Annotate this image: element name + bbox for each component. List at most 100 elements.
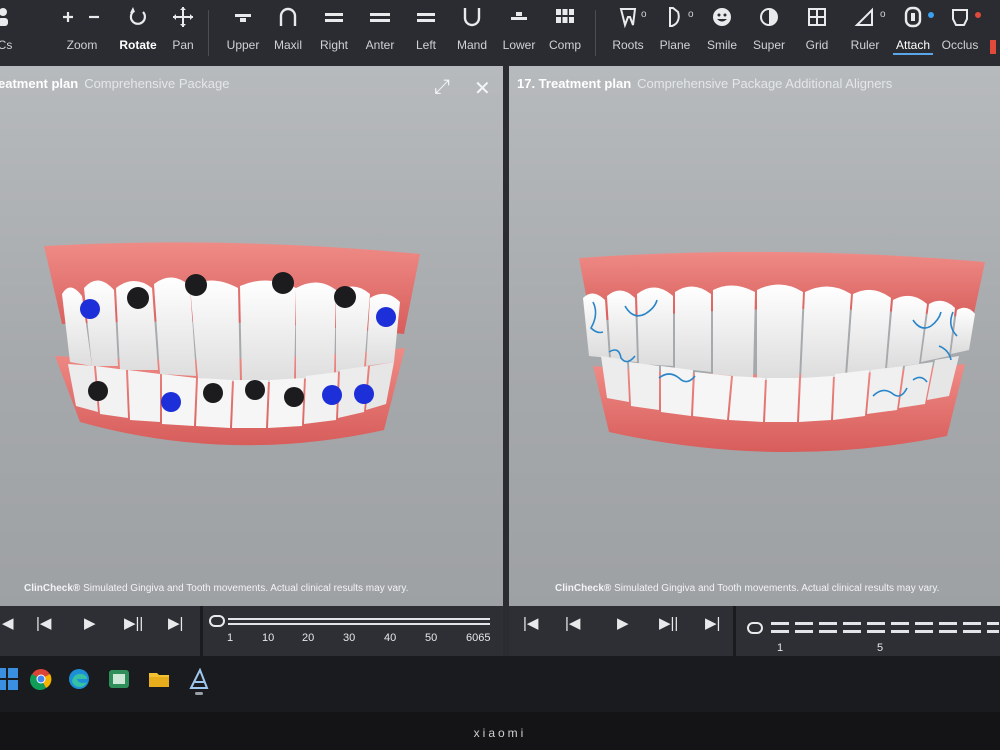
toolbar-upper[interactable]: Upper [225,6,261,62]
stage-mark [843,622,861,625]
step-back-icon[interactable]: |◀ [36,614,51,632]
smile-icon [704,6,740,34]
chrome-icon[interactable] [30,668,52,690]
monitor-bezel: xiaomi [0,712,1000,750]
stage-mark [771,622,789,625]
play-icon[interactable]: ▶ [84,614,96,632]
stage-mark [819,630,837,633]
disclaimer-right: ClinCheck® Simulated Gingiva and Tooth m… [555,583,940,594]
toolbar-separator [208,10,209,56]
occlus-status-dot [975,12,981,18]
upper-icon [225,6,261,34]
stage-mark [963,630,981,633]
rotate-icon [119,6,157,34]
play-icon[interactable]: ▶ [617,614,629,632]
timeline-tick: 5 [877,642,884,654]
toolbar-right[interactable]: Right [318,6,350,62]
timeline-tick: 1 [777,642,784,654]
ruler-icon [846,6,884,34]
ruler-toggle-icon: o [880,9,886,20]
attach-status-dot [928,12,934,18]
playback-bar-right: |◀ |◀ ▶ ▶|| ▶| 1 5 [509,606,1000,656]
toolbar-ruler[interactable]: Ruler [846,6,884,62]
occlus-icon [940,6,980,34]
toolbar-anter[interactable]: Anter [362,6,398,62]
person-icon [0,6,16,34]
skip-back-icon[interactable]: |◀ [523,614,538,632]
stage-mark [891,622,909,625]
timeline-tick: 10 [262,632,275,644]
super-icon [750,6,788,34]
stage-mark [771,630,789,633]
toolbar-overflow-indicator [990,40,996,54]
stage-mark [867,630,885,633]
toolbar-comp[interactable]: Comp [547,6,583,62]
viewer-panel-right[interactable]: 17. Treatment plan Comprehensive Package … [509,66,1000,606]
timeline-tick: 20 [302,632,315,644]
mand-icon [454,6,490,34]
clincheck-icon[interactable] [188,667,210,695]
anter-icon [362,6,398,34]
stage-mark [795,630,813,633]
timeline-track[interactable] [228,618,490,620]
stage-mark [915,630,933,633]
step-forward-icon[interactable]: ▶|| [124,614,143,632]
toolbar-attach[interactable]: Attach [893,6,933,62]
stage-mark [843,630,861,633]
toolbar-left[interactable]: Left [411,6,441,62]
toolbar-rotate[interactable]: Rotate [119,6,157,62]
stage-mark [795,622,813,625]
timeline-tick: 6065 [466,632,491,644]
timeline-tick: 1 [227,632,234,644]
disclaimer-left: ClinCheck® Simulated Gingiva and Tooth m… [24,583,409,594]
step-forward-icon[interactable]: ▶|| [659,614,678,632]
timeline-tick: 40 [384,632,397,644]
attach-icon [893,6,933,34]
stage-mark [939,630,957,633]
stage-mark [939,622,957,625]
toolbar-lower[interactable]: Lower [500,6,538,62]
dental-model-ridges [579,251,985,453]
playback-divider [733,606,736,656]
roots-toggle-icon: o [641,9,647,20]
stage-mark [867,622,885,625]
windows-icon[interactable] [0,668,18,690]
left-icon [411,6,441,34]
toolbar-zoom[interactable]: Zoom [60,6,104,62]
toolbar-pan[interactable]: Pan [168,6,198,62]
screen: Cs Zoom Rotate Pan Upper Maxil Right Ant… [0,0,1000,712]
app-icon[interactable] [108,668,130,690]
plane-toggle-icon: o [688,9,694,20]
timeline-thumb[interactable] [747,622,763,634]
timeline-track-2 [228,623,490,625]
maxil-icon [270,6,306,34]
toolbar-grid[interactable]: Grid [800,6,834,62]
pan-icon [168,6,198,34]
toolbar-separator [595,10,596,56]
edge-icon[interactable] [68,668,90,690]
folder-icon[interactable] [148,668,170,690]
toolbar-maxil[interactable]: Maxil [270,6,306,62]
toolbar-super[interactable]: Super [750,6,788,62]
toolbar: Cs Zoom Rotate Pan Upper Maxil Right Ant… [0,0,1000,67]
toolbar-cs[interactable]: Cs [0,6,16,62]
skip-end-icon[interactable]: ▶| [168,614,183,632]
viewer-panel-left[interactable]: eatment plan Comprehensive Package ⤢ ✕ C… [0,66,503,606]
stage-mark [819,622,837,625]
playback-divider [200,606,203,656]
toolbar-mand[interactable]: Mand [454,6,490,62]
skip-back-icon[interactable]: ◀ [2,614,14,632]
timeline-tick: 50 [425,632,438,644]
monitor-brand-logo: xiaomi [473,726,527,740]
right-icon [318,6,350,34]
skip-end-icon[interactable]: ▶| [705,614,720,632]
comp-icon [547,6,583,34]
timeline-thumb[interactable] [209,615,225,627]
toolbar-smile[interactable]: Smile [704,6,740,62]
stage-mark [915,622,933,625]
stage-mark [963,622,981,625]
step-back-icon[interactable]: |◀ [565,614,580,632]
toolbar-occlus[interactable]: Occlus [940,6,980,62]
stage-mark [987,622,999,625]
taskbar [0,656,1000,712]
